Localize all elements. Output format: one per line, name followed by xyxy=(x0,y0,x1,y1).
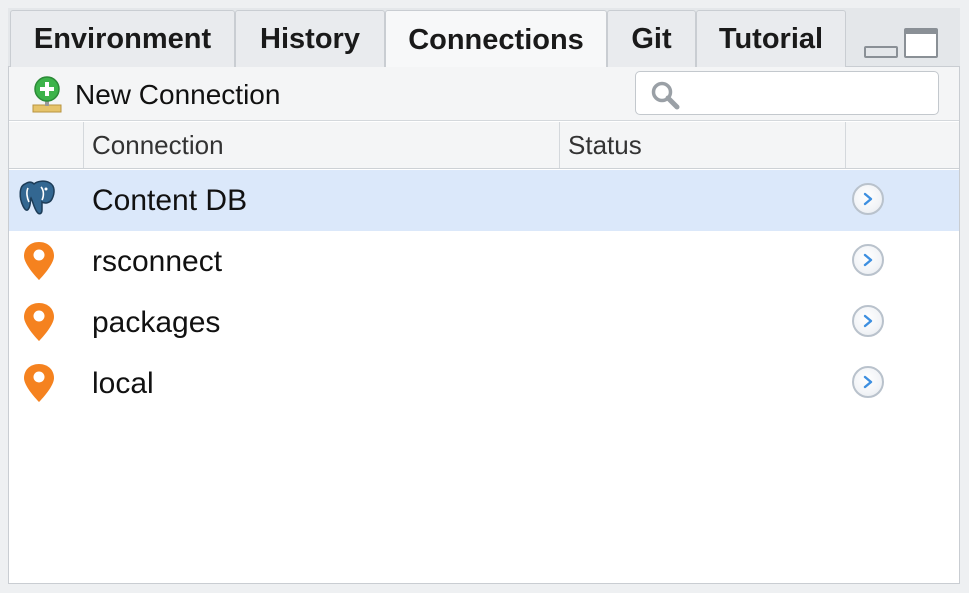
plus-icon xyxy=(32,76,62,113)
new-connection-button[interactable]: New Connection xyxy=(31,75,280,115)
search-input[interactable] xyxy=(684,78,928,110)
connections-toolbar: New Connection xyxy=(9,67,959,121)
chevron-right-icon xyxy=(863,375,873,389)
connection-name: Content DB xyxy=(92,183,248,217)
column-header-actions xyxy=(845,122,959,168)
chevron-right-icon xyxy=(863,192,873,206)
connect-arrow-button[interactable] xyxy=(852,366,884,398)
connect-arrow-button[interactable] xyxy=(852,183,884,215)
table-row[interactable]: rsconnect xyxy=(9,231,959,292)
chevron-right-icon xyxy=(863,314,873,328)
pane-tab-bar: Environment History Connections Git Tuto… xyxy=(8,8,960,69)
pane-window-controls xyxy=(864,28,938,58)
postgres-elephant-icon xyxy=(19,180,55,215)
column-header-connection[interactable]: Connection xyxy=(83,122,559,168)
search-box[interactable] xyxy=(635,71,939,115)
map-pin-icon xyxy=(24,303,54,341)
table-row[interactable]: local xyxy=(9,353,959,414)
tab-environment[interactable]: Environment xyxy=(10,10,235,67)
minimize-pane-button[interactable] xyxy=(864,46,898,58)
map-pin-icon xyxy=(24,364,54,402)
tab-git[interactable]: Git xyxy=(607,10,696,67)
table-row[interactable]: packages xyxy=(9,292,959,353)
tab-history[interactable]: History xyxy=(235,10,385,67)
chevron-right-icon xyxy=(863,253,873,267)
tab-connections[interactable]: Connections xyxy=(385,10,607,69)
connect-arrow-button[interactable] xyxy=(852,305,884,337)
table-row[interactable]: Content DB xyxy=(9,170,959,231)
column-header-status[interactable]: Status xyxy=(559,122,845,168)
search-icon xyxy=(651,81,680,110)
connection-name: packages xyxy=(92,305,221,339)
map-pin-icon xyxy=(24,242,54,280)
table-header: Connection Status xyxy=(9,122,959,169)
maximize-pane-button[interactable] xyxy=(904,28,938,58)
connect-arrow-button[interactable] xyxy=(852,244,884,276)
new-connection-label: New Connection xyxy=(75,79,281,110)
column-header-icon xyxy=(9,122,83,168)
tab-tutorial[interactable]: Tutorial xyxy=(696,10,846,67)
connection-name: local xyxy=(92,366,154,400)
connection-name: rsconnect xyxy=(92,244,223,278)
